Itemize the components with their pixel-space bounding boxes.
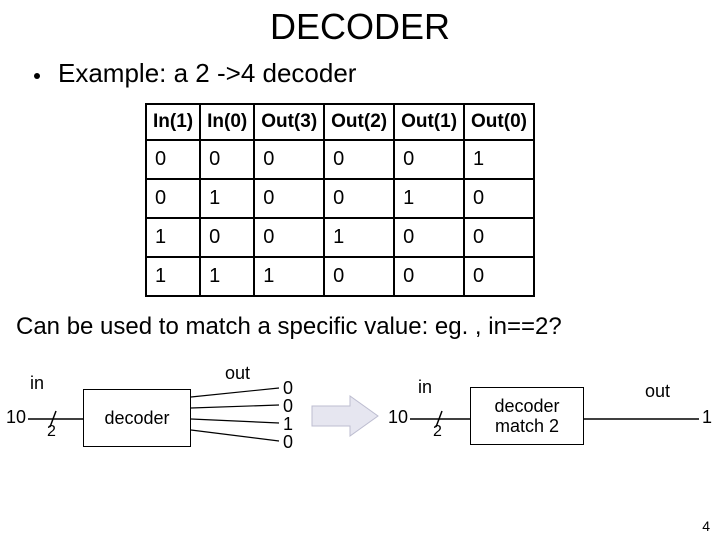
table-cell: 1 [200, 179, 254, 218]
table-cell: 0 [464, 218, 534, 257]
table-cell: 1 [254, 257, 324, 296]
table-cell: 0 [464, 179, 534, 218]
table-row: 111000 [146, 257, 534, 296]
table-cell: 0 [464, 257, 534, 296]
in-label-2: in [418, 377, 432, 398]
table-row: 100100 [146, 218, 534, 257]
table-cell: 1 [200, 257, 254, 296]
table-cell: 0 [254, 179, 324, 218]
in-value-2: 10 [388, 407, 408, 428]
page-number: 4 [702, 518, 710, 534]
table-cell: 1 [146, 218, 200, 257]
table-cell: 1 [324, 218, 394, 257]
bus-width-1: 2 [47, 423, 56, 441]
slide-title: DECODER [0, 0, 720, 48]
bus-width-2: 2 [433, 423, 442, 441]
table-cell: 0 [324, 140, 394, 179]
table-row: 010010 [146, 179, 534, 218]
table-cell: 0 [394, 140, 464, 179]
decoder-label-1: decoder [104, 408, 169, 429]
table-cell: 0 [394, 257, 464, 296]
table-cell: 1 [146, 257, 200, 296]
table-cell: 0 [394, 218, 464, 257]
table-header: In(1) [146, 104, 200, 140]
in-label-1: in [30, 373, 44, 394]
table-cell: 0 [254, 140, 324, 179]
table-cell: 0 [146, 140, 200, 179]
decoder2-line1: decoder [494, 396, 559, 416]
table-cell: 0 [324, 257, 394, 296]
out-bit-3: 0 [283, 379, 293, 397]
table-cell: 0 [200, 218, 254, 257]
fanout-wires [191, 381, 279, 461]
table-row: 000001 [146, 140, 534, 179]
big-arrow-icon [310, 391, 380, 441]
out-bit-2: 0 [283, 397, 293, 415]
table-cell: 0 [324, 179, 394, 218]
out-label-2: out [645, 381, 670, 402]
in-value-1: 10 [6, 407, 26, 428]
out-value-2: 1 [702, 407, 712, 428]
table-cell: 0 [200, 140, 254, 179]
table-header: Out(2) [324, 104, 394, 140]
caption-text: Can be used to match a specific value: e… [0, 313, 720, 341]
wire-out-2 [584, 417, 699, 427]
table-header: Out(1) [394, 104, 464, 140]
bullet-dot-icon [34, 73, 40, 79]
table-header: In(0) [200, 104, 254, 140]
table-header: Out(0) [464, 104, 534, 140]
table-cell: 1 [464, 140, 534, 179]
decoder-box-2: decoder match 2 [470, 387, 584, 445]
table-cell: 0 [146, 179, 200, 218]
out-bits: 0 0 1 0 [283, 379, 293, 451]
decoder2-line2: match 2 [495, 416, 559, 436]
bullet-item: Example: a 2 ->4 decoder [0, 58, 720, 89]
bullet-text: Example: a 2 ->4 decoder [58, 58, 356, 89]
out-bit-0: 0 [283, 433, 293, 451]
table-cell: 1 [394, 179, 464, 218]
table-cell: 0 [254, 218, 324, 257]
diagram: in 10 2 decoder out 0 0 1 0 in 10 2 deco… [0, 351, 720, 466]
out-bit-1: 1 [283, 415, 293, 433]
decoder-box-1: decoder [83, 389, 191, 447]
table-header: Out(3) [254, 104, 324, 140]
truth-table: In(1)In(0)Out(3)Out(2)Out(1)Out(0) 00000… [145, 103, 535, 297]
